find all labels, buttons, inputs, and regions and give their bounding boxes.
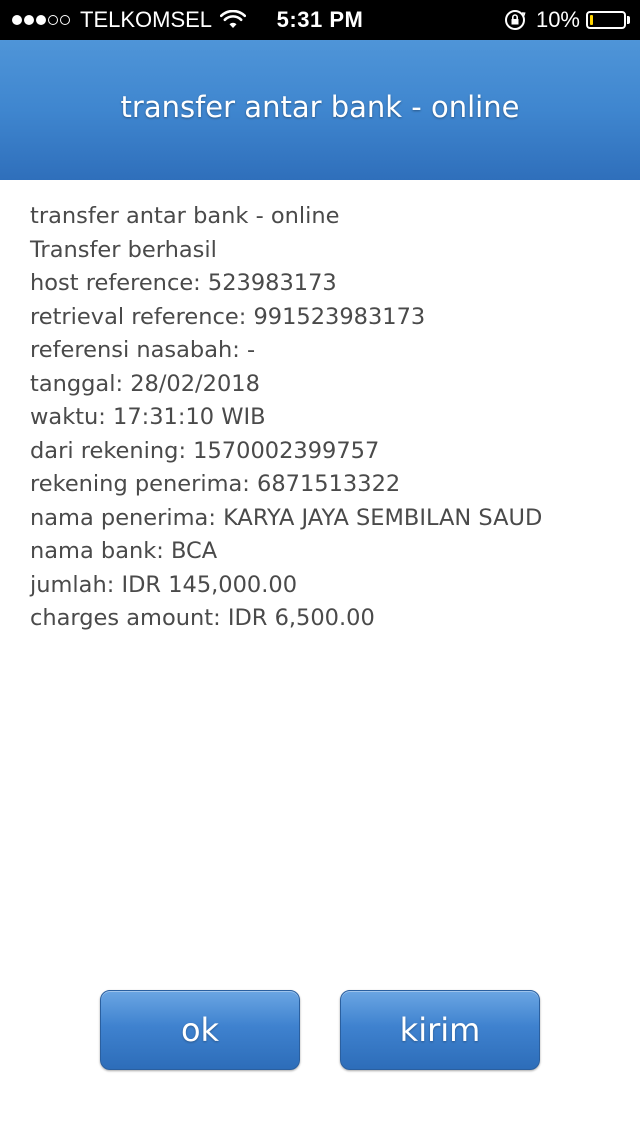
battery-icon xyxy=(586,11,630,29)
wifi-icon xyxy=(220,10,247,28)
ok-button[interactable]: ok xyxy=(100,990,300,1070)
detail-source-account: dari rekening: 1570002399757 xyxy=(30,437,380,464)
detail-host-reference: host reference: 523983173 xyxy=(30,270,337,296)
detail-date: tanggal: 28/02/2018 xyxy=(30,370,260,397)
battery-fill xyxy=(590,15,594,25)
detail-customer-reference: referensi nasabah: - xyxy=(30,337,256,363)
kirim-button[interactable]: kirim xyxy=(340,990,540,1070)
detail-time: waktu: 17:31:10 WIB xyxy=(30,404,266,430)
detail-charges-amount: charges amount: IDR 6,500.00 xyxy=(30,605,375,631)
detail-transaction-type: transfer antar bank - online xyxy=(30,203,340,229)
carrier-name: TELKOMSEL xyxy=(80,7,213,32)
page-title: transfer antar bank - online xyxy=(120,90,520,124)
transaction-details: transfer antar bank - online Transfer be… xyxy=(30,200,620,636)
signal-dots-icon xyxy=(12,15,72,25)
detail-status: Transfer berhasil xyxy=(30,236,217,263)
detail-amount: jumlah: IDR 145,000.00 xyxy=(30,571,298,598)
status-bar-right: 10% xyxy=(504,0,630,40)
detail-bank-name: nama bank: BCA xyxy=(30,538,218,564)
status-bar: TELKOMSEL 5:31 PM 10% xyxy=(0,0,640,40)
screen: TELKOMSEL 5:31 PM 10% transfer antar ban… xyxy=(0,0,640,1136)
battery-percent: 10% xyxy=(535,7,580,32)
status-bar-left: TELKOMSEL xyxy=(12,0,247,40)
header-bar: transfer antar bank - online xyxy=(0,40,640,180)
rotation-lock-icon xyxy=(504,10,526,30)
detail-recipient-account: rekening penerima: 6871513322 xyxy=(30,471,401,497)
detail-retrieval-reference: retrieval reference: 991523983173 xyxy=(30,303,426,330)
detail-recipient-name: nama penerima: KARYA JAYA SEMBILAN SAUD xyxy=(30,504,543,531)
